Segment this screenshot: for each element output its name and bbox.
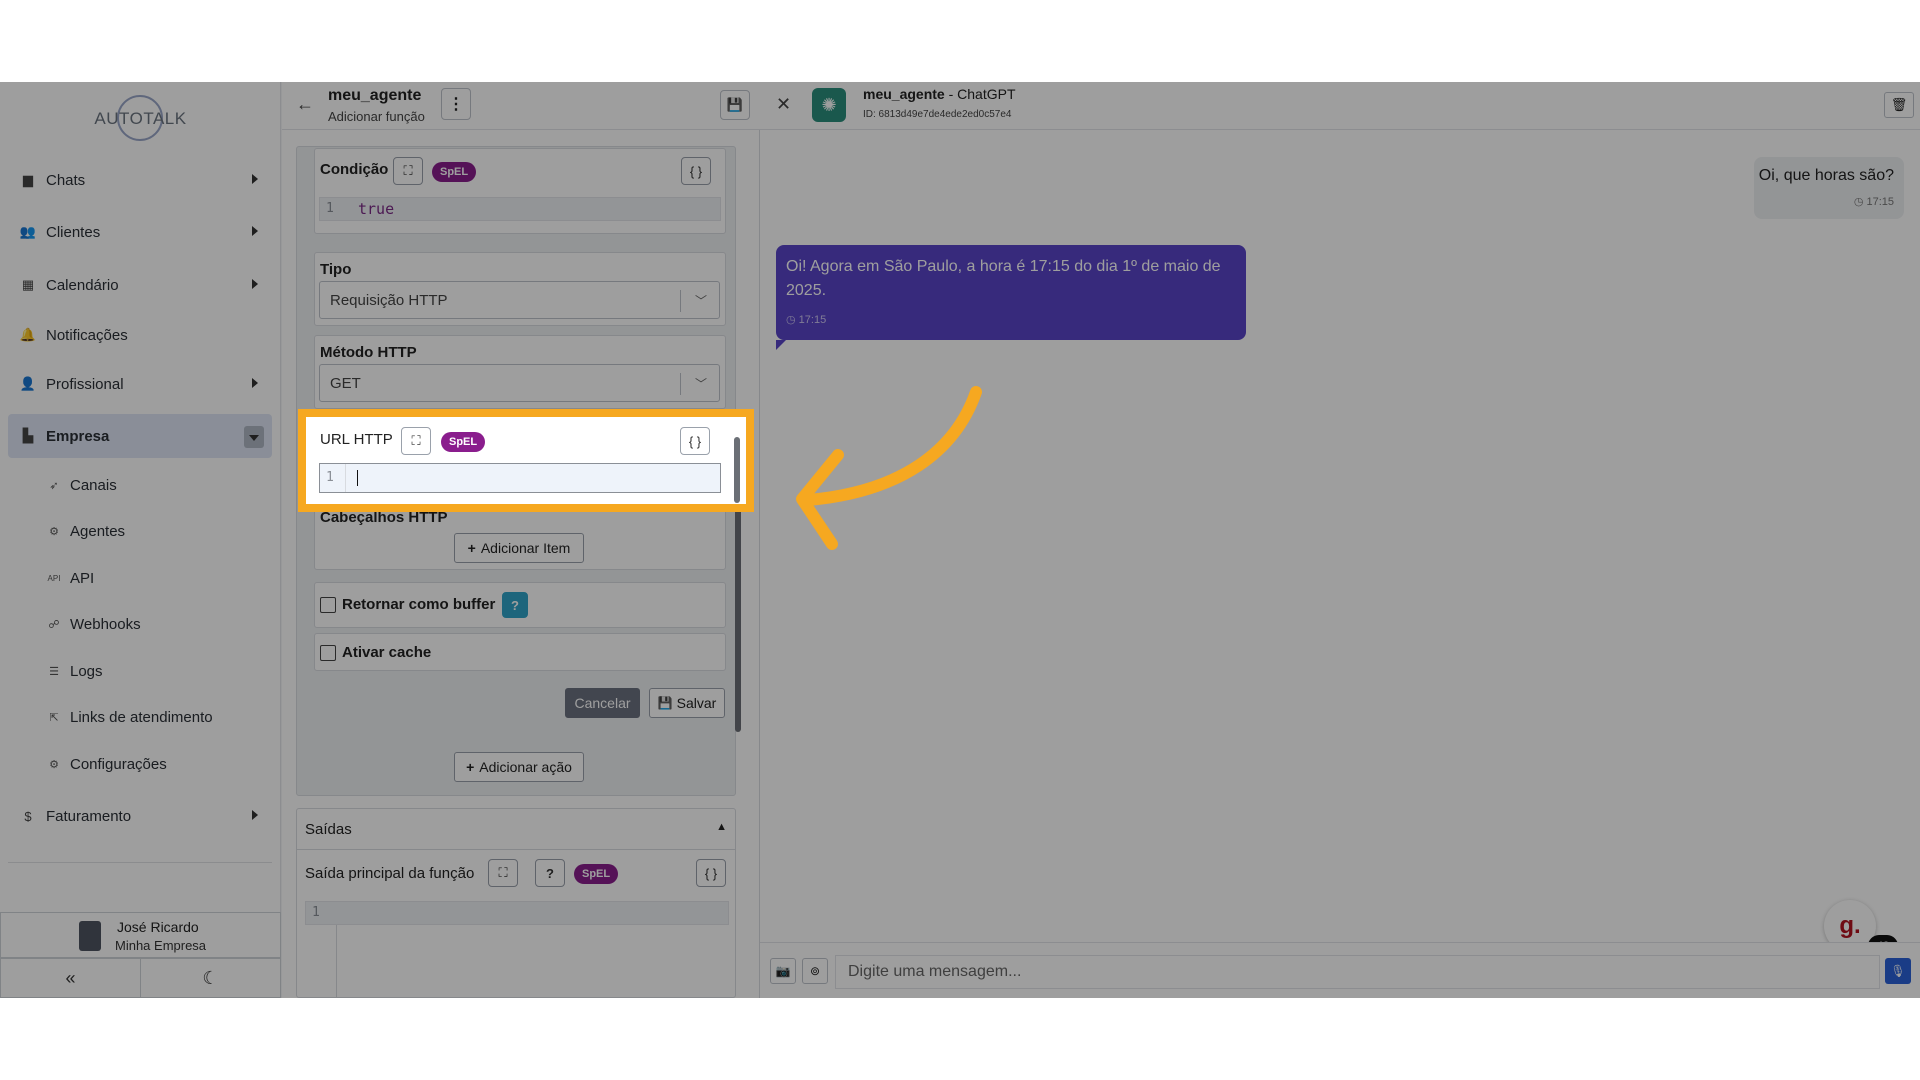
line-number: 1 (326, 470, 334, 485)
braces-icon: { } (688, 433, 702, 449)
url-label: URL HTTP (320, 431, 393, 448)
app-stage: AUTOTALK ▆ Chats 👥 Clientes ▦ Calendário… (0, 82, 1920, 998)
spel-label: SpEL (449, 436, 478, 448)
gutter-line (345, 464, 346, 492)
scrollbar-thumb (734, 437, 740, 503)
url-editor[interactable]: 1 (319, 463, 721, 493)
url-field: URL HTTP ⛶ SpEL { } 1 (306, 417, 746, 504)
spel-badge: SpEL (441, 432, 486, 452)
pointer-arrow (796, 386, 982, 550)
arrow-shaft (802, 386, 982, 506)
text-cursor (357, 470, 358, 486)
expand-icon[interactable]: ⛶ (401, 427, 431, 455)
braces-button[interactable]: { } (680, 427, 710, 455)
